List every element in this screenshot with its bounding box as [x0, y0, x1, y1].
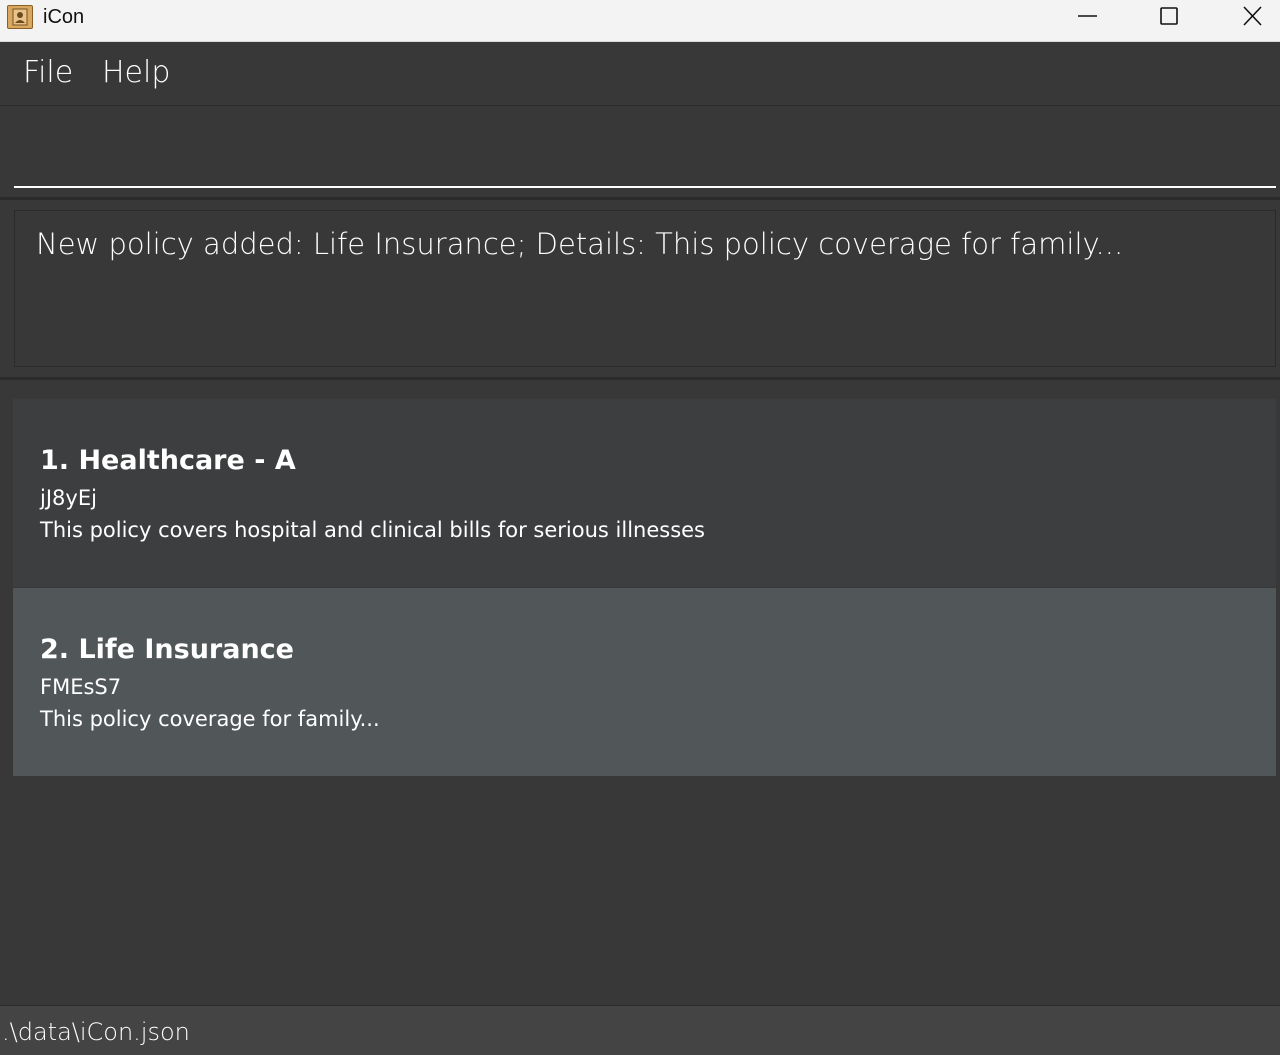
window-title: iCon — [43, 6, 85, 28]
menu-help[interactable]: Help — [102, 55, 170, 90]
menu-bar: File Help — [0, 42, 1280, 106]
policy-id: FMEsS7 — [40, 675, 122, 699]
status-bar: .\data\iCon.json — [0, 1005, 1280, 1055]
divider — [0, 377, 1280, 380]
policy-list[interactable]: 1. Healthcare - A jJ8yEj This policy cov… — [13, 399, 1276, 776]
contact-book-icon — [7, 5, 33, 29]
title-bar: iCon — [0, 0, 1280, 42]
policy-description: This policy covers hospital and clinical… — [40, 518, 705, 542]
maximize-icon — [1160, 7, 1178, 25]
close-button[interactable] — [1211, 0, 1280, 42]
policy-card-selected[interactable]: 2. Life Insurance FMEsS7 This policy cov… — [13, 588, 1276, 776]
command-box — [0, 107, 1280, 200]
minimize-button[interactable] — [1047, 0, 1129, 42]
close-icon — [1243, 6, 1262, 26]
maximize-button[interactable] — [1129, 0, 1211, 42]
result-message: New policy added: Life Insurance; Detail… — [36, 227, 1124, 261]
result-display: New policy added: Life Insurance; Detail… — [14, 210, 1276, 367]
policy-title: 1. Healthcare - A — [40, 445, 296, 476]
policy-card[interactable]: 1. Healthcare - A jJ8yEj This policy cov… — [13, 399, 1276, 587]
policy-description: This policy coverage for family... — [40, 707, 380, 731]
minimize-icon — [1078, 15, 1097, 17]
command-input[interactable] — [14, 107, 1276, 188]
menu-file[interactable]: File — [23, 55, 73, 90]
policy-id: jJ8yEj — [40, 486, 97, 510]
save-location: .\data\iCon.json — [2, 1018, 190, 1046]
policy-title: 2. Life Insurance — [40, 634, 294, 665]
